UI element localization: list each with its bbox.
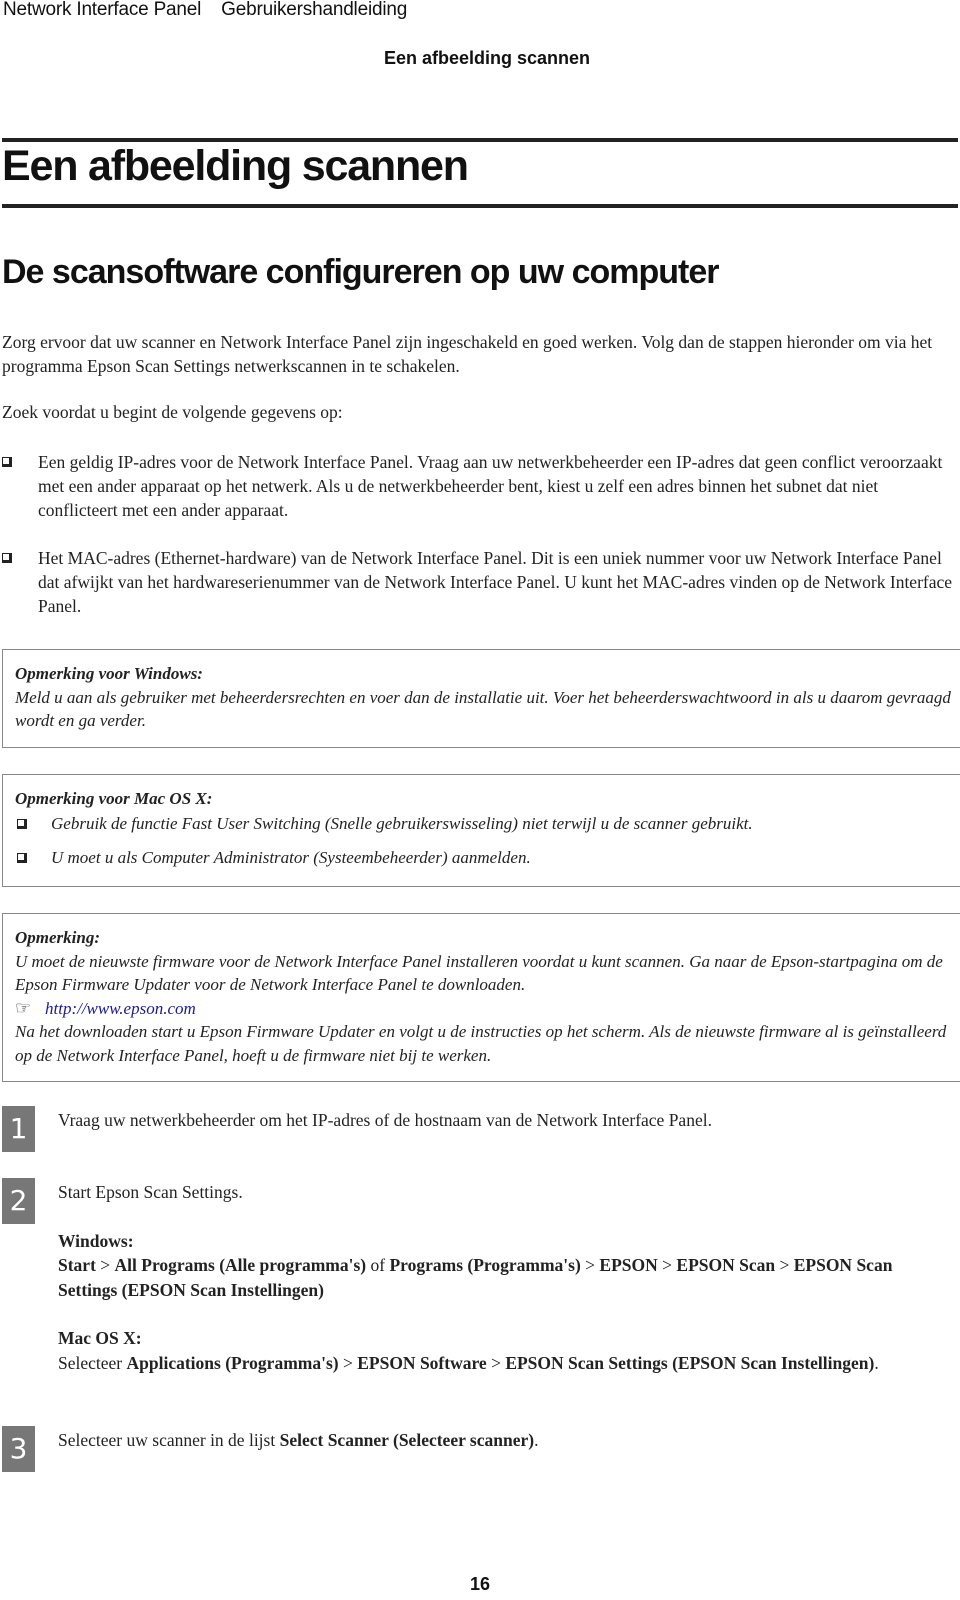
pointing-hand-icon: ☞ xyxy=(15,997,32,1018)
list-item-text: Gebruik de functie Fast User Switching (… xyxy=(51,813,753,833)
note-windows: Opmerking voor Windows: Meld u aan als g… xyxy=(2,649,960,748)
note-title: Opmerking voor Windows: xyxy=(15,664,203,683)
list-item-text: Het MAC-adres (Ethernet-hardware) van de… xyxy=(38,548,953,616)
note-title: Opmerking voor Mac OS X: xyxy=(15,789,213,808)
list-item: Gebruik de functie Fast User Switching (… xyxy=(15,812,951,836)
ui-label: Select Scanner (Selecteer scanner) xyxy=(279,1430,535,1450)
path-separator: > xyxy=(775,1255,794,1275)
page-number: 16 xyxy=(469,1574,491,1594)
header-product: Network Interface Panel xyxy=(3,0,202,20)
note-text: Meld u aan als gebruiker met beheerdersr… xyxy=(15,687,951,731)
menu-item: Programs (Programma's) xyxy=(389,1255,581,1275)
note-text: Na het downloaden start u Epson Firmware… xyxy=(15,1022,947,1065)
step-lead: Selecteer uw scanner in de lijst xyxy=(58,1430,280,1450)
list-item: Een geldig IP-adres voor de Network Inte… xyxy=(0,450,958,522)
note-text: U moet de nieuwste firmware voor de Netw… xyxy=(15,951,943,995)
step-text: Start Epson Scan Settings. xyxy=(58,1182,243,1202)
menu-item: Start xyxy=(58,1255,96,1275)
list-item: Het MAC-adres (Ethernet-hardware) van de… xyxy=(0,546,958,618)
checkbox-bullet-icon xyxy=(2,553,12,563)
prereq-lead: Zoek voordat u begint de volgende gegeve… xyxy=(2,402,343,422)
menu-item: EPSON Software xyxy=(357,1352,487,1373)
step-2: 2 Start Epson Scan Settings. Windows: St… xyxy=(2,1178,952,1375)
checkbox-bullet-icon xyxy=(2,457,12,467)
header-doc-type: Gebruikershandleiding xyxy=(221,0,408,20)
chapter-rule-bottom xyxy=(2,204,958,208)
list-item-text: Een geldig IP-adres voor de Network Inte… xyxy=(38,452,943,520)
path-lead: Selecteer xyxy=(58,1352,127,1373)
step-number-badge: 3 xyxy=(2,1426,35,1472)
step-text: Selecteer uw scanner in de lijst Select … xyxy=(58,1426,952,1453)
checkbox-bullet-icon xyxy=(17,853,27,863)
note-mac: Opmerking voor Mac OS X: Gebruik de func… xyxy=(2,774,960,887)
step-1: 1 Vraag uw netwerkbeheerder om het IP-ad… xyxy=(2,1106,952,1152)
step-text: Vraag uw netwerkbeheerder om het IP-adre… xyxy=(58,1110,712,1130)
path-separator: > xyxy=(657,1255,677,1275)
path-separator: > xyxy=(95,1255,115,1275)
path-separator: of xyxy=(366,1255,390,1275)
section-title: De scansoftware configureren op uw compu… xyxy=(2,253,719,291)
menu-item: All Programs (Alle programma's) xyxy=(114,1255,367,1275)
menu-item: EPSON xyxy=(599,1255,658,1275)
menu-item: EPSON Scan xyxy=(676,1255,776,1275)
step-number-badge: 2 xyxy=(2,1178,35,1224)
checkbox-bullet-icon xyxy=(17,818,27,829)
path-separator: > xyxy=(580,1255,600,1275)
menu-item: EPSON Scan Settings (EPSON Scan Instelli… xyxy=(505,1352,875,1373)
prereq-list: Een geldig IP-adres voor de Network Inte… xyxy=(0,450,958,642)
path-end: . xyxy=(874,1352,879,1373)
list-item: U moet u als Computer Administrator (Sys… xyxy=(15,846,951,870)
step-end: . xyxy=(534,1430,539,1450)
intro-paragraph: Zorg ervoor dat uw scanner en Network In… xyxy=(2,332,933,376)
note-general: Opmerking: U moet de nieuwste firmware v… xyxy=(2,913,960,1082)
header-section: Een afbeelding scannen xyxy=(383,48,590,68)
menu-item: Applications (Programma's) xyxy=(126,1352,339,1373)
epson-link[interactable]: http://www.epson.com xyxy=(45,999,196,1018)
windows-menu-path: Start > All Programs (Alle programma's) … xyxy=(58,1253,952,1302)
path-separator: > xyxy=(486,1352,506,1373)
note-title: Opmerking: xyxy=(15,928,100,947)
mac-menu-path: Selecteer Applications (Programma's) > E… xyxy=(58,1351,952,1376)
link-row: ☞ http://www.epson.com xyxy=(15,997,951,1021)
running-header: Network Interface Panel Gebruikershandlei… xyxy=(3,0,407,21)
step-number-badge: 1 xyxy=(2,1106,35,1152)
mac-label: Mac OS X: xyxy=(58,1328,142,1348)
chapter-title: Een afbeelding scannen xyxy=(2,142,469,190)
step-3: 3 Selecteer uw scanner in de lijst Selec… xyxy=(2,1426,952,1472)
windows-label: Windows: xyxy=(58,1230,134,1251)
path-separator: > xyxy=(338,1352,358,1373)
list-item-text: U moet u als Computer Administrator (Sys… xyxy=(51,848,531,867)
